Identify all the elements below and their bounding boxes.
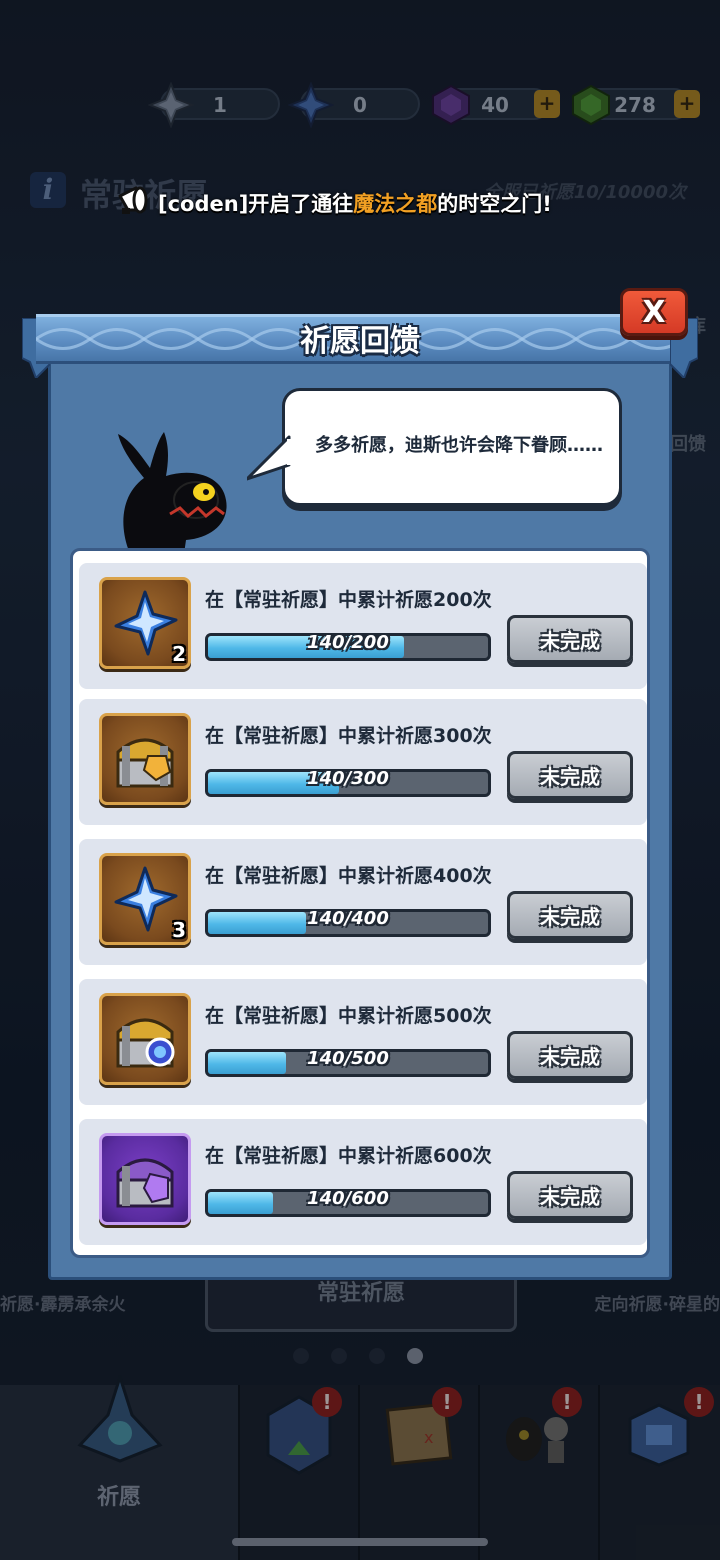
progress-text: 140/500	[307, 1048, 389, 1069]
claim-button-label: 未完成	[540, 905, 600, 929]
task-description: 在【常驻祈愿】中累计祈愿300次	[205, 725, 492, 747]
task-description: 在【常驻祈愿】中累计祈愿500次	[205, 1005, 492, 1027]
speech-bubble: 多多祈愿，迪斯也许会降下眷顾……	[247, 388, 622, 506]
megaphone-icon	[118, 186, 148, 214]
reward-slot[interactable]	[99, 993, 191, 1085]
modal-title: 祈愿回馈	[300, 324, 420, 359]
reward-quantity: 3	[172, 918, 186, 942]
claim-button-label: 未完成	[540, 1045, 600, 1069]
blue-star-crystal-icon	[114, 590, 178, 656]
claim-button[interactable]: 未完成	[507, 891, 633, 939]
claim-button[interactable]: 未完成	[507, 1031, 633, 1079]
claim-button-label: 未完成	[540, 765, 600, 789]
purple-treasure-chest-icon	[116, 1158, 174, 1208]
task-description: 在【常驻祈愿】中累计祈愿600次	[205, 1145, 492, 1167]
claim-button[interactable]: 未完成	[507, 751, 633, 799]
progress-bar: 140/300	[205, 768, 491, 797]
task-row: 在【常驻祈愿】中累计祈愿600次 140/600 未完成	[79, 1119, 647, 1245]
task-row: 3 在【常驻祈愿】中累计祈愿400次 140/400 未完成	[79, 839, 647, 965]
progress-bar: 140/200	[205, 632, 491, 661]
reward-slot[interactable]: 3	[99, 853, 191, 945]
progress-text: 140/300	[307, 768, 389, 789]
close-button[interactable]: X	[620, 288, 688, 336]
claim-button-label: 未完成	[540, 1185, 600, 1209]
blue-star-crystal-icon	[114, 866, 178, 932]
speech-text: 多多祈愿，迪斯也许会降下眷顾……	[315, 435, 603, 456]
reward-slot[interactable]: 2	[99, 577, 191, 669]
task-description: 在【常驻祈愿】中累计祈愿200次	[205, 589, 492, 611]
modal-title-ribbon: 祈愿回馈	[22, 310, 698, 378]
task-row: 2 在【常驻祈愿】中累计祈愿200次 140/200 未完成	[79, 563, 647, 689]
claim-button-label: 未完成	[540, 629, 600, 653]
claim-button[interactable]: 未完成	[507, 1171, 633, 1219]
reward-slot[interactable]	[99, 713, 191, 805]
broadcast-highlight: 魔法之都	[353, 192, 438, 216]
close-icon: X	[642, 295, 666, 330]
broadcast-suffix: 的时空之门!	[437, 192, 552, 216]
reward-quantity: 2	[172, 642, 186, 666]
gold-orb-chest-icon	[116, 1018, 175, 1068]
task-description: 在【常驻祈愿】中累计祈愿400次	[205, 865, 492, 887]
progress-text: 140/400	[307, 908, 389, 929]
progress-text: 140/600	[307, 1188, 389, 1209]
broadcast-prefix: [coden]开启了通往	[158, 192, 354, 216]
broadcast-banner: [coden]开启了通往魔法之都的时空之门!	[110, 178, 580, 224]
gold-treasure-chest-icon	[116, 738, 174, 788]
progress-text: 140/200	[307, 632, 389, 653]
speech-bubble-tail	[247, 435, 291, 481]
shadow-creature-mascot	[118, 432, 227, 554]
progress-bar: 140/500	[205, 1048, 491, 1077]
progress-bar: 140/600	[205, 1188, 491, 1217]
claim-button[interactable]: 未完成	[507, 615, 633, 663]
progress-bar: 140/400	[205, 908, 491, 937]
task-list: 2 在【常驻祈愿】中累计祈愿200次 140/200 未完成 在【常驻祈愿】中累…	[70, 548, 650, 1258]
broadcast-message: [coden]开启了通往魔法之都的时空之门!	[158, 188, 552, 218]
reward-slot[interactable]	[99, 1133, 191, 1225]
task-row: 在【常驻祈愿】中累计祈愿500次 140/500 未完成	[79, 979, 647, 1105]
task-row: 在【常驻祈愿】中累计祈愿300次 140/300 未完成	[79, 699, 647, 825]
